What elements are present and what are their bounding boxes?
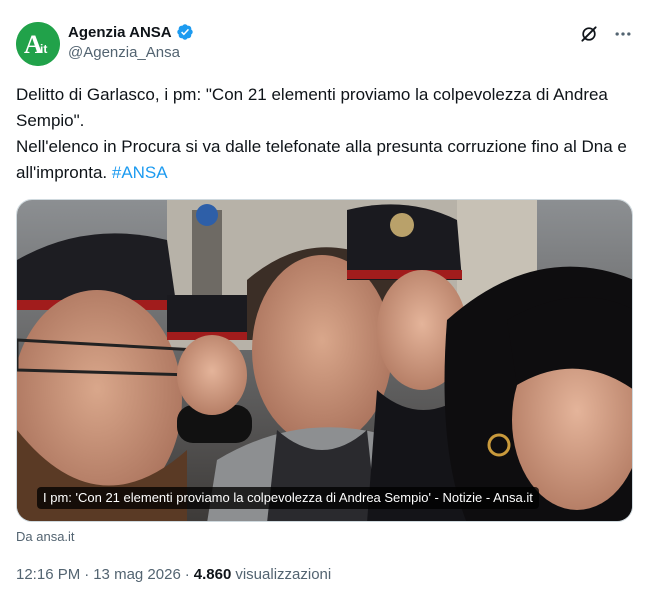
link-card[interactable]: I pm: 'Con 21 elementi proviamo la colpe… <box>16 199 633 522</box>
more-icon[interactable] <box>613 24 633 44</box>
author-names: Agenzia ANSA @Agenzia_Ansa <box>68 23 194 61</box>
hashtag-link[interactable]: #ANSA <box>112 163 168 182</box>
avatar-subtext: it <box>40 42 47 56</box>
card-photo[interactable] <box>17 200 632 521</box>
author-handle[interactable]: @Agenzia_Ansa <box>68 44 194 61</box>
ansa-logo-icon: A it <box>16 22 60 66</box>
tweet-body-text: Nell'elenco in Procura si va dalle telef… <box>16 137 627 182</box>
grok-icon[interactable] <box>579 24 599 44</box>
display-name-row: Agenzia ANSA <box>68 23 194 41</box>
tweet-text: Delitto di Garlasco, i pm: "Con 21 eleme… <box>16 82 633 186</box>
tweet-meta: 12:16 PM · 13 mag 2026 · 4.860 visualizz… <box>16 566 331 583</box>
tweet-header: A it Agenzia ANSA @Agenzia_Ansa <box>16 16 633 68</box>
tweet-line-body: Nell'elenco in Procura si va dalle telef… <box>16 134 633 186</box>
news-photo-image <box>17 200 632 521</box>
header-actions <box>579 24 633 44</box>
card-source-link[interactable]: Da ansa.it <box>16 529 75 544</box>
meta-separator-2: · <box>184 566 190 583</box>
card-caption[interactable]: I pm: 'Con 21 elementi proviamo la colpe… <box>37 487 539 509</box>
tweet-time[interactable]: 12:16 PM <box>16 566 80 583</box>
verified-badge-icon[interactable] <box>176 23 194 41</box>
views-label: visualizzazioni <box>235 566 332 583</box>
meta-separator: · <box>84 566 90 583</box>
display-name[interactable]: Agenzia ANSA <box>68 24 172 41</box>
tweet-date[interactable]: 13 mag 2026 <box>93 566 181 583</box>
views-count: 4.860 <box>193 566 232 583</box>
tweet-line-headline: Delitto di Garlasco, i pm: "Con 21 eleme… <box>16 85 608 130</box>
author-avatar[interactable]: A it <box>16 22 60 66</box>
